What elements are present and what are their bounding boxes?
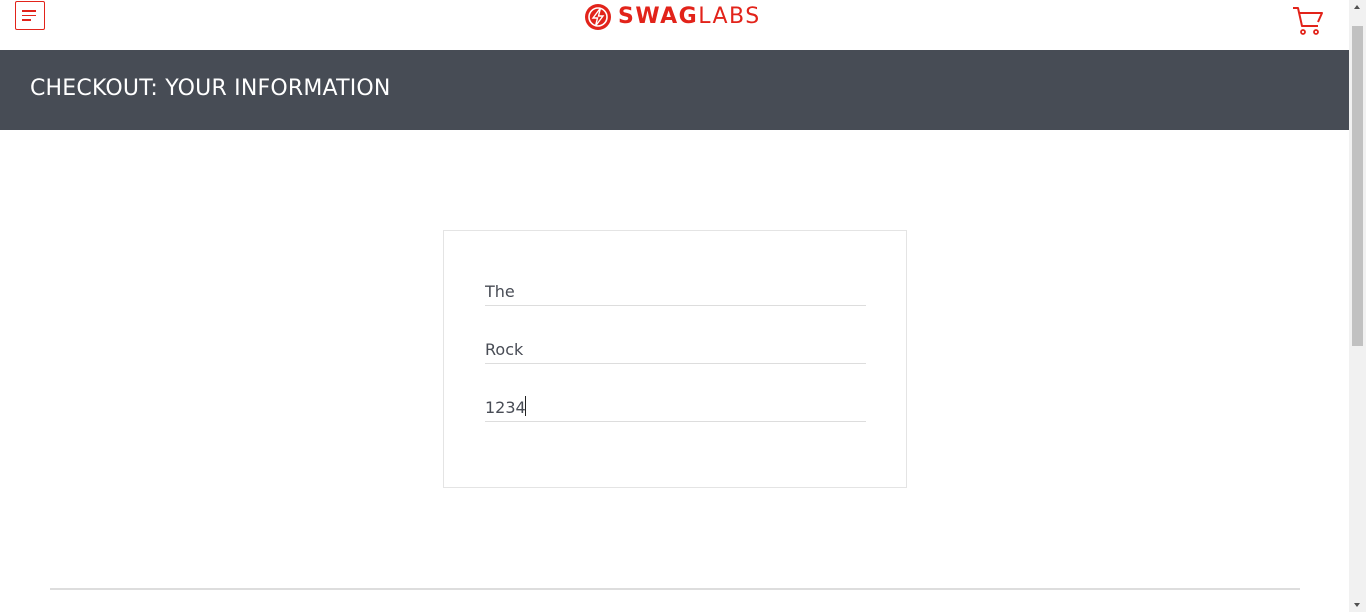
page-title: CHECKOUT: YOUR INFORMATION — [30, 76, 391, 101]
header: SWAGLABS — [0, 0, 1349, 50]
postal-code-input[interactable] — [485, 382, 866, 422]
swag-labs-logo: SWAGLABS — [584, 2, 761, 32]
last-name-field-wrapper — [485, 324, 866, 364]
first-name-input[interactable] — [485, 266, 866, 306]
vertical-scrollbar[interactable] — [1349, 0, 1366, 612]
page: SWAGLABS CHECKOUT: YOUR INFORMATION — [0, 0, 1349, 612]
scroll-down-arrow-icon[interactable] — [1354, 603, 1360, 607]
logo-text: SWAGLABS — [618, 4, 761, 29]
logo-bolt-icon — [585, 4, 611, 30]
first-name-field-wrapper — [485, 266, 866, 306]
scrollbar-thumb[interactable] — [1352, 26, 1363, 346]
shopping-cart-icon — [1293, 7, 1323, 35]
text-cursor — [525, 396, 526, 416]
menu-button[interactable] — [15, 1, 45, 30]
shopping-cart-button[interactable] — [1292, 6, 1324, 36]
footer-divider — [50, 588, 1300, 590]
checkout-info-form — [443, 230, 907, 488]
postal-code-field-wrapper — [485, 382, 866, 422]
secondary-header: CHECKOUT: YOUR INFORMATION — [0, 50, 1349, 130]
last-name-input[interactable] — [485, 324, 866, 364]
scroll-up-arrow-icon[interactable] — [1354, 5, 1360, 9]
